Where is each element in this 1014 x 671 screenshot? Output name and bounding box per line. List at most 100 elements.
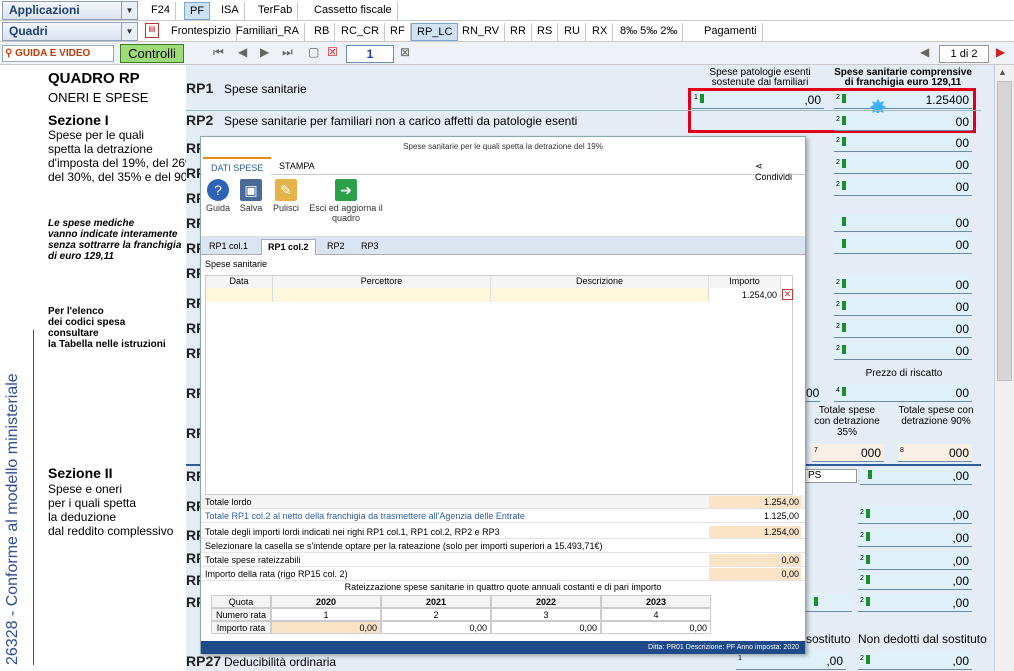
guida-video-button[interactable]: ⚲ GUIDA E VIDEO: [2, 45, 114, 62]
rp27-col2-input[interactable]: 2,00: [858, 652, 972, 670]
controlli-button[interactable]: Controlli: [120, 44, 184, 63]
delete-row-icon[interactable]: ✕: [782, 289, 793, 300]
grid-cell-percettore[interactable]: [273, 288, 491, 302]
rp26-input[interactable]: 2,00: [858, 594, 972, 612]
rp22-input[interactable]: 2,00: [858, 506, 972, 524]
grid-header-importo: Importo: [709, 276, 781, 288]
page-indicator: 1 di 2: [939, 45, 989, 63]
tab-rr[interactable]: RR: [505, 23, 532, 41]
rp3-input[interactable]: 2 00: [834, 134, 972, 152]
subtab-rp1-col1[interactable]: RP1 col.1: [203, 239, 254, 255]
rp27-col1-input[interactable]: 1,00: [736, 652, 846, 670]
add-page-icon[interactable]: ▢: [308, 45, 319, 59]
rp21-input[interactable]: ,00: [860, 467, 972, 485]
tab-stampa[interactable]: STAMPA: [271, 157, 323, 175]
spese-grid: Data Percettore Descrizione Importo 1.25…: [205, 275, 793, 495]
help-icon: ?: [207, 179, 229, 201]
tab-ru[interactable]: RU: [559, 23, 586, 41]
grid-cell-data[interactable]: [206, 288, 273, 302]
rateazione-row[interactable]: Selezionare la casella se s'intende opta…: [201, 539, 805, 553]
totale-lordo-row: Totale lordo 1.254,00: [201, 495, 805, 509]
dialog-title: Spese sanitarie per le quali spetta la d…: [403, 142, 603, 151]
totale-netto-value: 1.125,00: [709, 510, 801, 522]
rp26-col1-input[interactable]: [806, 594, 852, 612]
condividi-button[interactable]: ⋖ Condividi: [747, 157, 805, 182]
quadri-combo[interactable]: Quadri ▼: [2, 22, 138, 41]
subtab-rp1-col2[interactable]: RP1 col.2: [261, 239, 316, 255]
next-page-icon[interactable]: ▶: [260, 45, 269, 59]
rp8-input[interactable]: 2 00: [834, 276, 972, 294]
tab-rc-cr[interactable]: RC_CR: [336, 23, 385, 41]
rp5-input[interactable]: 2 00: [834, 178, 972, 196]
rata-imp-2: 0,00: [381, 621, 491, 634]
quadro-title: QUADRO RP: [48, 70, 140, 87]
rp12-col4-input[interactable]: 4 00: [834, 384, 972, 402]
rp9-input[interactable]: 2 00: [834, 298, 972, 316]
sezione-1-title: Sezione I: [48, 112, 109, 128]
ps-field[interactable]: PS: [805, 469, 857, 483]
rp24-input[interactable]: 2,00: [858, 552, 972, 570]
delete-page-icon[interactable]: ☒: [327, 45, 338, 59]
grid-cell-importo[interactable]: 1.254,00: [709, 288, 781, 302]
tab-f24[interactable]: F24: [146, 2, 176, 20]
tab-dati-spese[interactable]: DATI SPESE: [203, 157, 272, 175]
tab-isa[interactable]: ISA: [216, 2, 245, 20]
tab-pagamenti[interactable]: Pagamenti: [699, 23, 763, 41]
rp6-input[interactable]: 00: [834, 214, 972, 232]
prev-page-icon[interactable]: ◀: [238, 45, 247, 59]
note-franchigia: Le spese mediche vanno indicate interamen…: [48, 218, 182, 262]
divider: [33, 330, 34, 665]
col2-header: Spese sanitarie comprensive di franchigi…: [834, 67, 972, 88]
tab-rx[interactable]: RX: [587, 23, 614, 41]
rp11-input[interactable]: 2 00: [834, 342, 972, 360]
rp10-input[interactable]: 2 00: [834, 320, 972, 338]
grid-cell-descrizione[interactable]: [491, 288, 709, 302]
tab-familiari[interactable]: Familiari_RA: [231, 23, 305, 41]
tab-rs[interactable]: RS: [532, 23, 559, 41]
tab-frontespizio[interactable]: Frontespizio: [166, 23, 237, 41]
grid-header-descrizione: Descrizione: [491, 276, 709, 288]
rata-num-3: 3: [491, 608, 601, 621]
pdf-icon[interactable]: ▤: [145, 23, 159, 38]
salva-tool[interactable]: ▣ Salva: [237, 179, 265, 213]
exit-arrow-icon: ➜: [335, 179, 357, 201]
rp2-label: Spese sanitarie per familiari non a cari…: [224, 114, 578, 128]
scroll-thumb[interactable]: [997, 81, 1012, 381]
subtab-rp3[interactable]: RP3: [355, 239, 385, 255]
page-number-input[interactable]: 1: [346, 45, 394, 63]
year-2023: 2023: [601, 595, 711, 608]
first-page-icon[interactable]: ⏮: [213, 45, 224, 60]
tot90-input[interactable]: 8 000: [898, 444, 972, 462]
clear-icon[interactable]: ⊠: [400, 45, 410, 59]
subtab-rp2[interactable]: RP2: [321, 239, 351, 255]
tab-rb[interactable]: RB: [309, 23, 336, 41]
sezione-2-title: Sezione II: [48, 465, 113, 481]
tab-pf[interactable]: PF: [184, 2, 211, 20]
pulisci-tool[interactable]: ✎ Pulisci: [271, 179, 301, 213]
tot35-input[interactable]: 7 000: [812, 444, 884, 462]
next-form-icon[interactable]: ▶: [996, 45, 1005, 59]
rp12-col3-input[interactable]: 00: [806, 384, 820, 402]
chevron-down-icon[interactable]: ▼: [121, 2, 137, 19]
tab-rf[interactable]: RF: [385, 23, 411, 41]
tab-rp-lc[interactable]: RP_LC: [411, 23, 459, 41]
tab-cassetto[interactable]: Cassetto fiscale: [309, 2, 398, 20]
vertical-scrollbar[interactable]: ▲: [994, 65, 1014, 671]
rp23-input[interactable]: 2,00: [858, 529, 972, 547]
guida-tool[interactable]: ? Guida: [205, 179, 231, 213]
prev-form-icon[interactable]: ◀: [920, 45, 929, 59]
rp25-input[interactable]: 2,00: [858, 572, 972, 590]
chevron-down-icon[interactable]: ▼: [121, 23, 137, 40]
last-page-icon[interactable]: ⏭: [282, 45, 293, 60]
applicazioni-combo[interactable]: Applicazioni ▼: [2, 1, 138, 20]
scroll-up-icon[interactable]: ▲: [998, 67, 1007, 77]
rp1-code: RP1: [186, 80, 214, 96]
rp2-input[interactable]: 2 00: [834, 113, 972, 131]
rp7-input[interactable]: 00: [834, 236, 972, 254]
tab-8x1000[interactable]: 8‰ 5‰ 2‰: [615, 23, 684, 41]
tab-terfab[interactable]: TerFab: [253, 2, 299, 20]
rp1-label: Spese sanitarie: [224, 82, 307, 96]
tab-rn-rv[interactable]: RN_RV: [457, 23, 506, 41]
rp4-input[interactable]: 2 00: [834, 156, 972, 174]
esci-tool[interactable]: ➜ Esci ed aggiorna il quadro: [309, 179, 383, 223]
